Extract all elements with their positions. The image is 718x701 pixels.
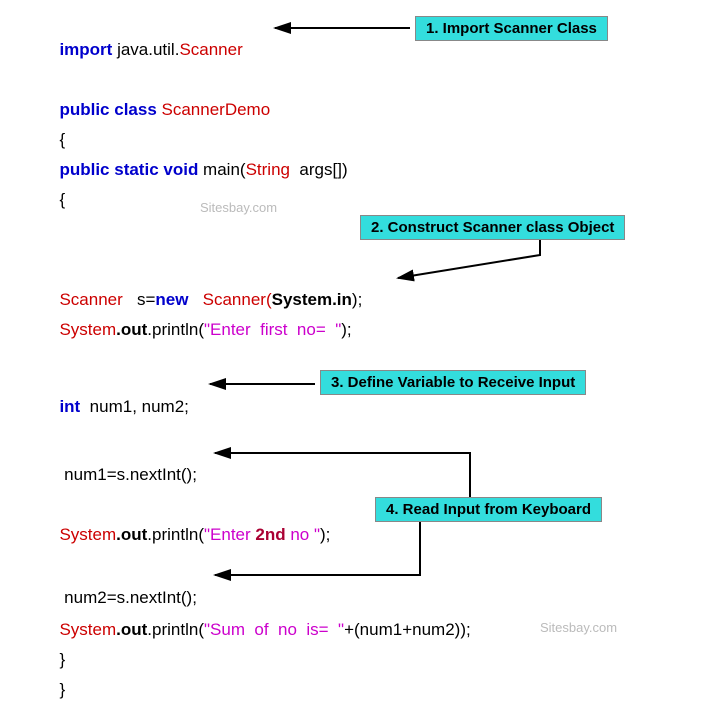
brace-text2: { [59, 190, 65, 209]
arrow-4a [215, 453, 470, 497]
scanner-class-text: Scanner [179, 40, 242, 59]
kw-class: class [110, 100, 157, 119]
str2c: no " [286, 525, 320, 544]
code-line-num1: num1=s.nextInt(); [50, 445, 197, 486]
kw-public2: public [59, 160, 109, 179]
brace-open-2: { [50, 170, 65, 211]
brace-close-2: } [50, 660, 65, 701]
callout-2: 2. Construct Scanner class Object [360, 215, 625, 240]
args-text: args[]) [290, 160, 348, 179]
str2b: 2nd [255, 525, 285, 544]
str2a: "Enter [204, 525, 255, 544]
println1: .println( [147, 320, 204, 339]
println3: .println( [147, 620, 204, 639]
code-line-main: public static void main(String args[]) [50, 140, 348, 181]
str3: "Sum of no is= " [204, 620, 344, 639]
code-line-import: import java.util.Scanner [50, 20, 243, 61]
plus-expr: +(num1+num2)); [344, 620, 471, 639]
out2: .out [116, 525, 147, 544]
num1-text: num1=s.nextInt(); [59, 465, 196, 484]
kw-public: public [59, 100, 109, 119]
code-line-class-decl: public class ScannerDemo [50, 80, 270, 121]
watermark-1: Sitesbay.com [200, 200, 277, 215]
class-name: ScannerDemo [157, 100, 270, 119]
out3: .out [116, 620, 147, 639]
code-line-println2: System.out.println("Enter 2nd no "); [50, 505, 330, 546]
pkg-text: java.util. [112, 40, 179, 59]
close1: ); [341, 320, 351, 339]
kw-int: int [59, 397, 80, 416]
kw-void: void [159, 160, 199, 179]
kw-import: import [59, 40, 112, 59]
callout-1: 1. Import Scanner Class [415, 16, 608, 41]
system2: System [59, 525, 116, 544]
code-line-intdecl: int num1, num2; [50, 377, 189, 418]
arrow-2 [398, 240, 540, 278]
callout-4: 4. Read Input from Keyboard [375, 497, 602, 522]
code-line-println3: System.out.println("Sum of no is= "+(num… [50, 600, 471, 641]
vars-text: num1, num2; [80, 397, 189, 416]
system1: System [59, 320, 116, 339]
watermark-2: Sitesbay.com [540, 620, 617, 635]
callout-3: 3. Define Variable to Receive Input [320, 370, 586, 395]
main-text: main( [198, 160, 245, 179]
close-paren: ); [352, 290, 362, 309]
str1: "Enter first no= " [204, 320, 341, 339]
code-line-println1: System.out.println("Enter first no= "); [50, 300, 352, 341]
string-text: String [246, 160, 290, 179]
close2: ); [320, 525, 330, 544]
brace-c2: } [59, 680, 65, 699]
out1: .out [116, 320, 147, 339]
println2: .println( [147, 525, 204, 544]
system3: System [59, 620, 116, 639]
kw-static: static [110, 160, 159, 179]
